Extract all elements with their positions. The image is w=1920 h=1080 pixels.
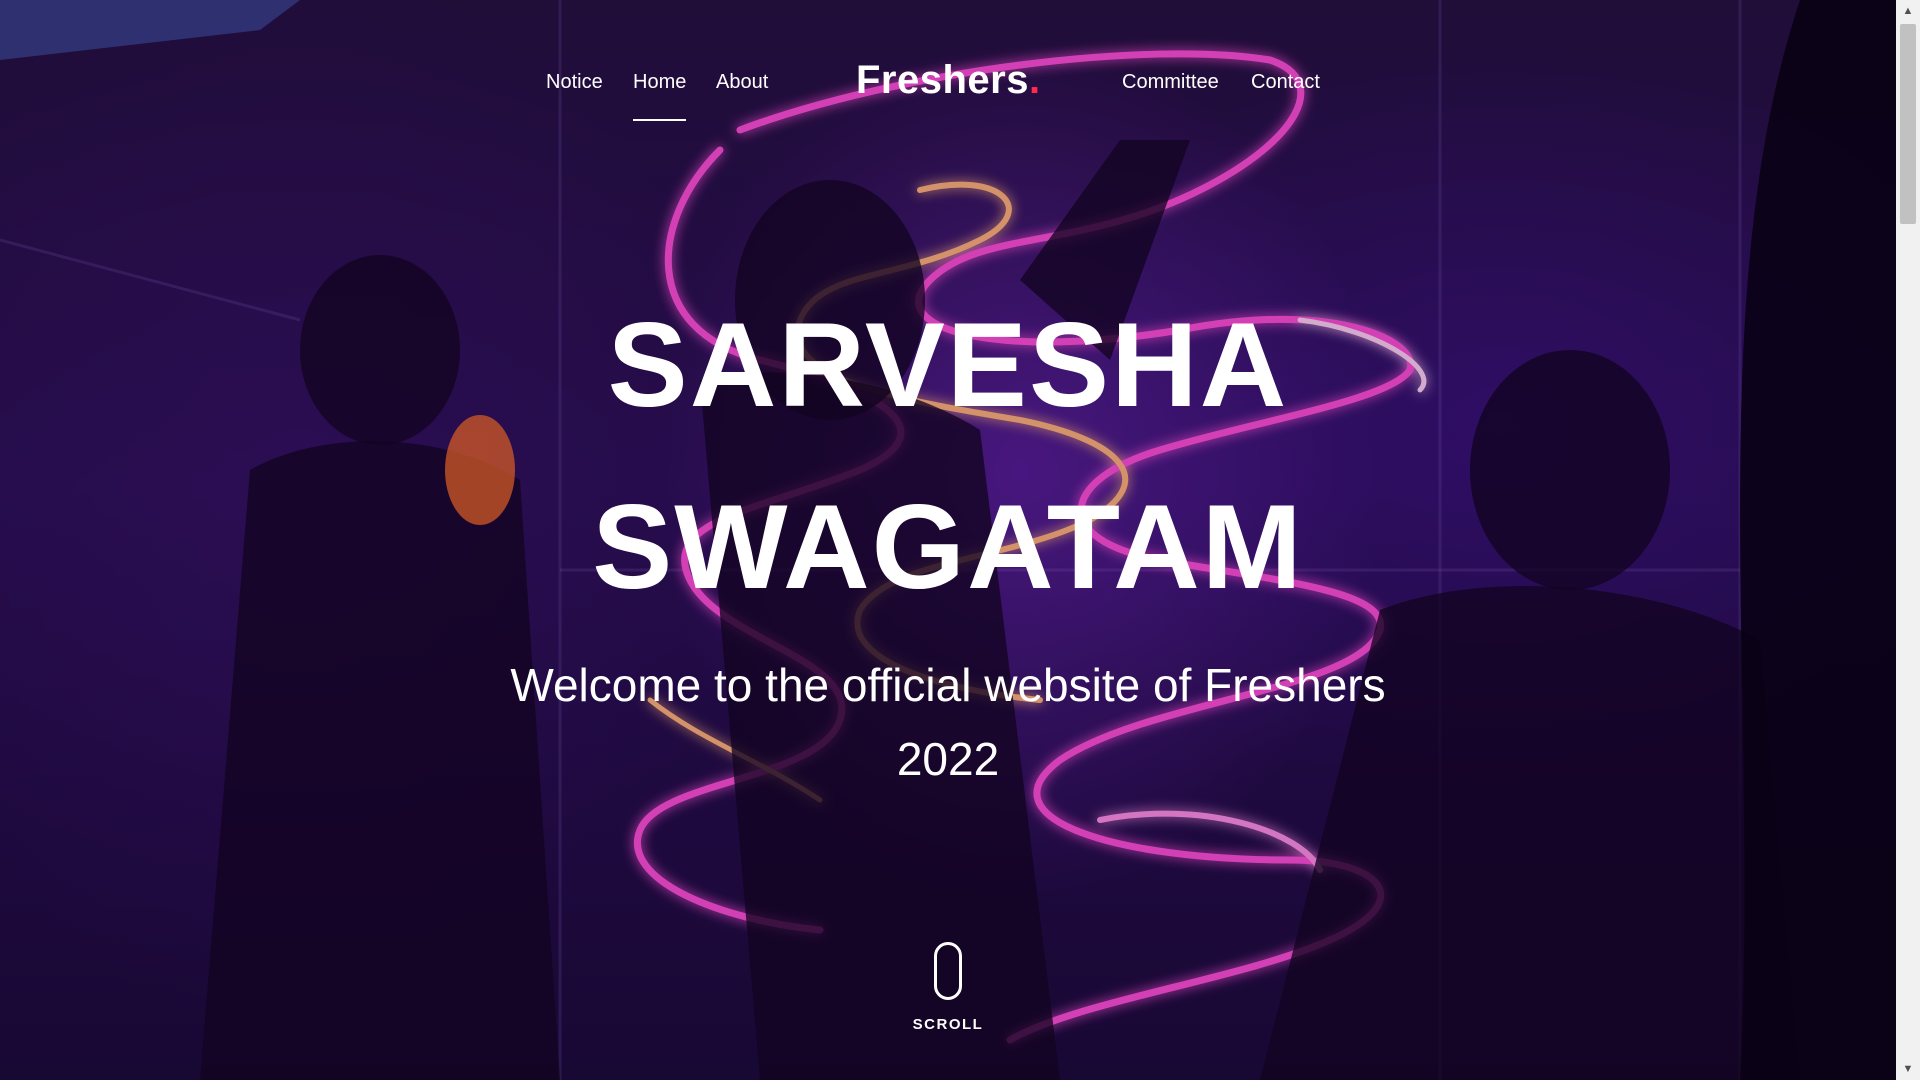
scroll-down-arrow-icon[interactable]: ▼ [1896,1058,1920,1080]
scrollbar-thumb[interactable] [1900,24,1916,224]
browser-scrollbar[interactable]: ▲ ▼ [1896,0,1920,1080]
scroll-indicator[interactable]: SCROLL [898,942,998,1033]
main-nav: Notice Home About Freshers. Committee Co… [0,0,1896,130]
nav-link-about[interactable]: About [716,70,768,94]
hero-title-line2: SWAGATAM [592,480,1304,614]
mouse-icon [934,942,962,1000]
brand-dot: . [1028,58,1041,102]
nav-link-home[interactable]: Home [633,70,687,121]
scroll-up-arrow-icon[interactable]: ▲ [1896,0,1920,22]
brand-text: Freshers [856,58,1029,102]
scroll-label: SCROLL [912,1016,984,1033]
brand-logo[interactable]: Freshers. [856,56,1041,104]
hero-subtitle: Welcome to the official website of Fresh… [510,659,1386,785]
nav-link-contact[interactable]: Contact [1251,70,1320,94]
nav-link-notice[interactable]: Notice [546,70,603,94]
page-viewport: Notice Home About Freshers. Committee Co… [0,0,1896,1080]
nav-link-committee[interactable]: Committee [1122,70,1219,94]
hero-title-line1: SARVESHA [607,298,1289,432]
